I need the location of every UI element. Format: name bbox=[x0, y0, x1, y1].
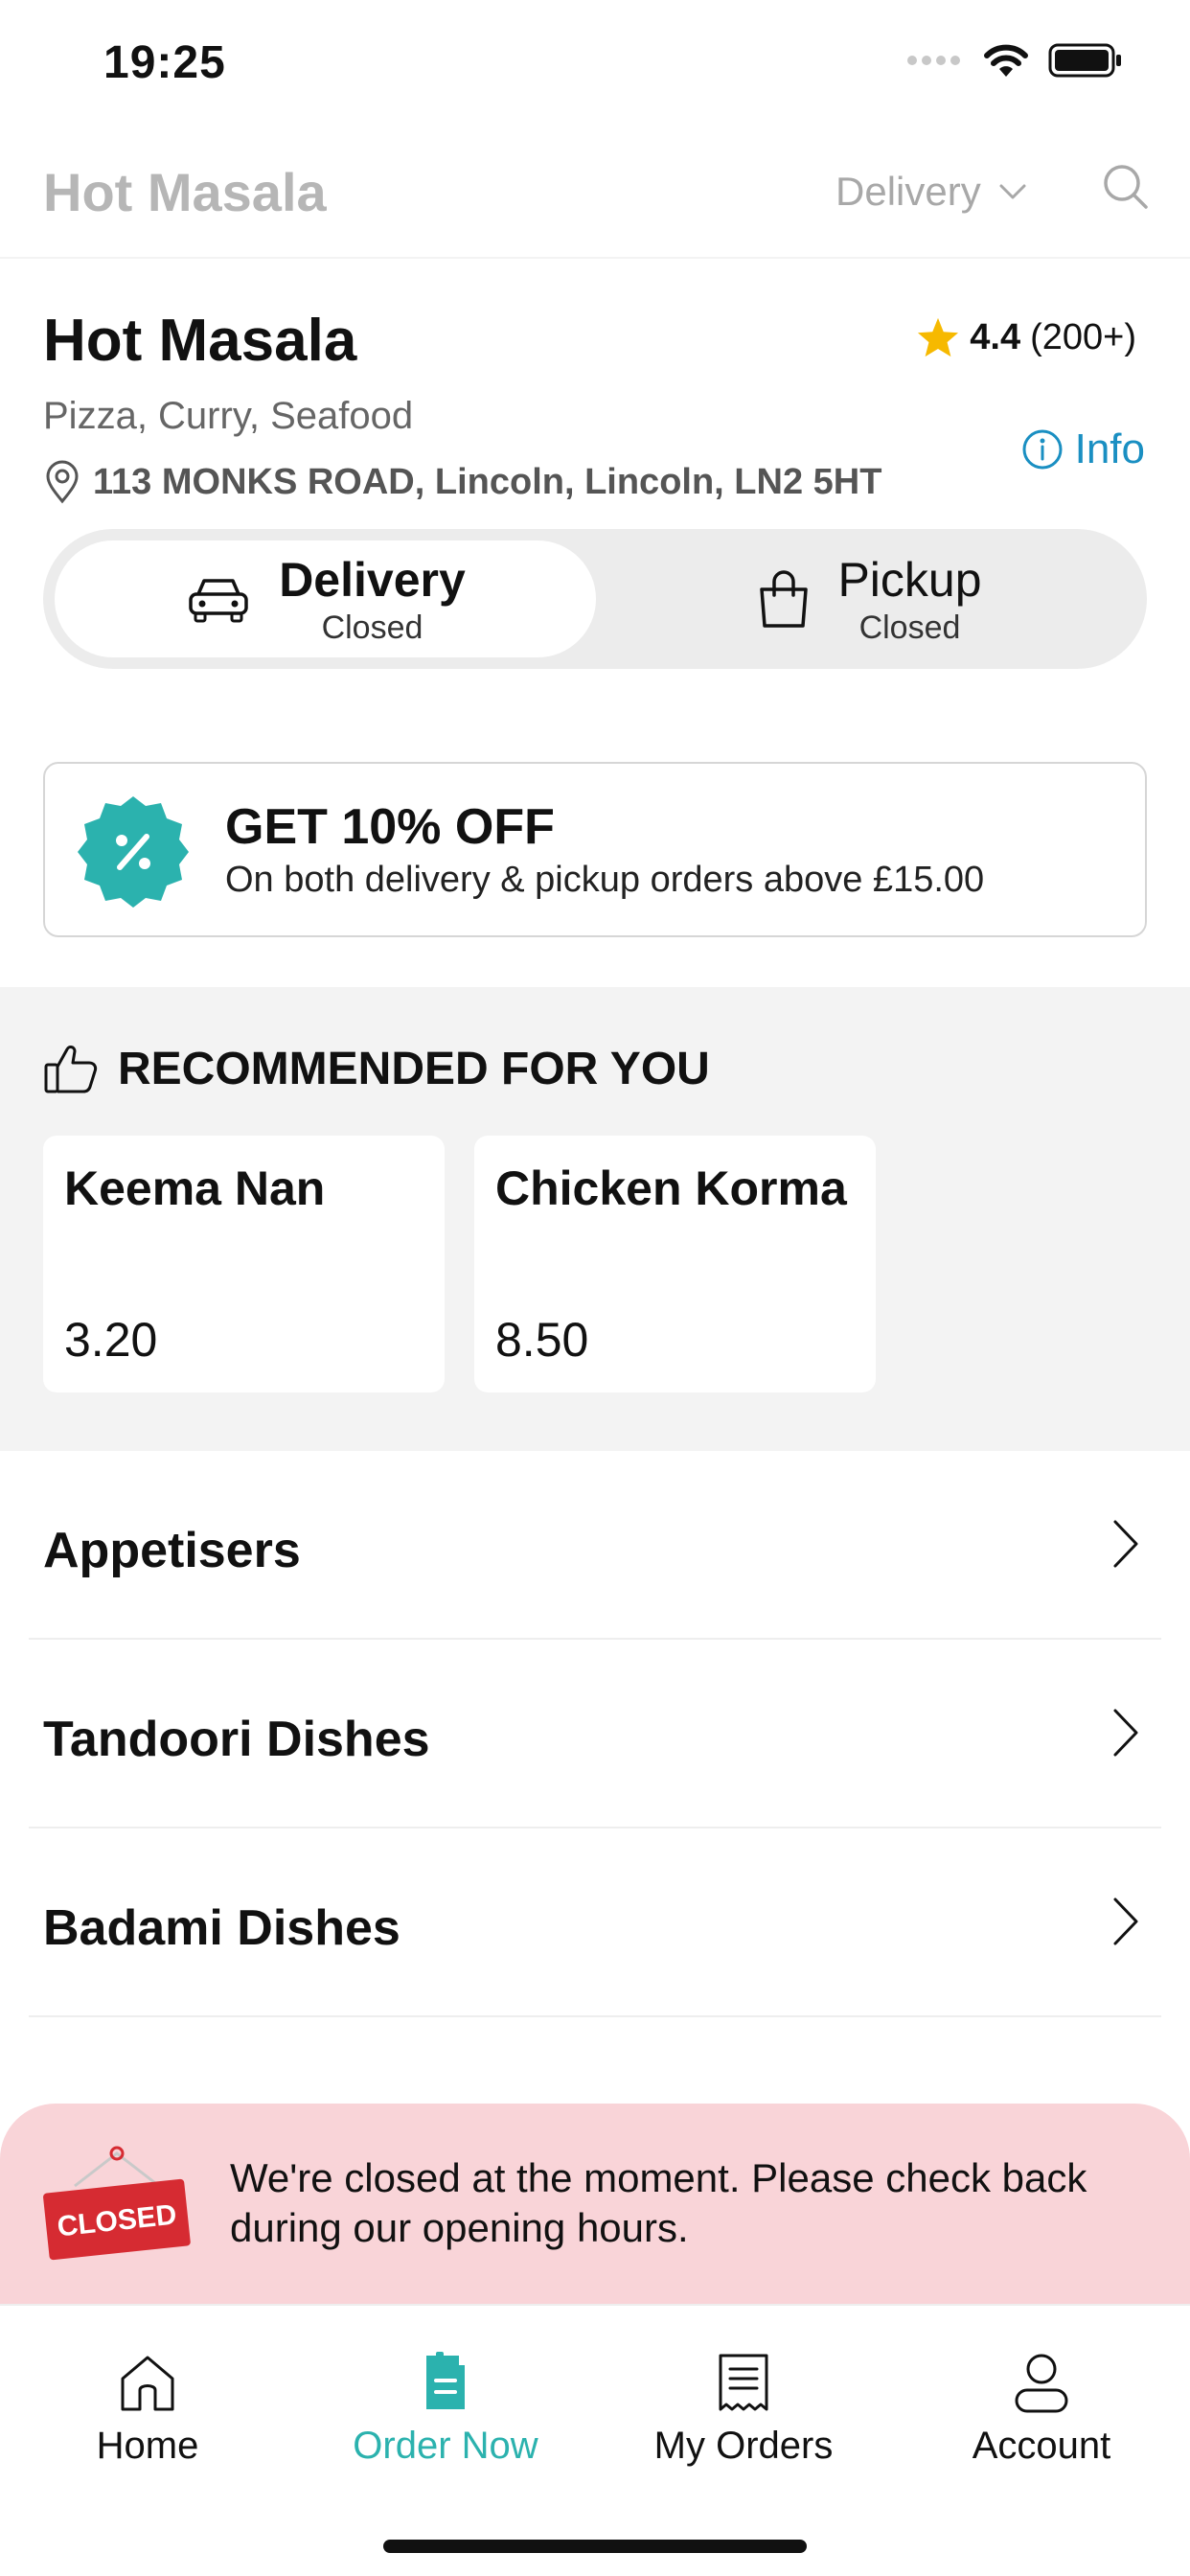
search-button[interactable] bbox=[1102, 163, 1150, 216]
rating-count: (200+) bbox=[1030, 316, 1136, 357]
tab-account[interactable]: Account bbox=[917, 2352, 1166, 2468]
category-tandoori-dishes[interactable]: Tandoori Dishes bbox=[29, 1640, 1161, 1828]
category-label: Badami Dishes bbox=[43, 1900, 400, 1956]
tab-my-orders[interactable]: My Orders bbox=[619, 2352, 868, 2468]
thumbs-up-icon bbox=[44, 1045, 98, 1092]
recommended-item-price: 8.50 bbox=[495, 1313, 589, 1367]
car-icon bbox=[189, 579, 248, 623]
app-header: Hot Masala Delivery bbox=[0, 144, 1190, 259]
status-bar: 19:25 bbox=[0, 0, 1190, 134]
cuisines: Pizza, Curry, Seafood bbox=[43, 395, 414, 437]
category-label: Tandoori Dishes bbox=[43, 1712, 430, 1767]
search-icon bbox=[1104, 165, 1148, 209]
star-icon bbox=[918, 317, 959, 357]
chevron-right-icon bbox=[1113, 1898, 1138, 1945]
tab-label: Account bbox=[972, 2425, 1111, 2467]
recommended-item-price: 3.20 bbox=[64, 1313, 158, 1367]
recommended-item-name: Chicken Korma bbox=[495, 1162, 847, 1215]
recommended-heading: RECOMMENDED FOR YOU bbox=[43, 1043, 710, 1095]
tab-label: Order Now bbox=[353, 2425, 538, 2467]
restaurant-name: Hot Masala bbox=[43, 308, 357, 374]
receipt-icon bbox=[719, 2354, 768, 2411]
home-icon bbox=[121, 2356, 174, 2411]
recommended-item-name: Keema Nan bbox=[64, 1162, 326, 1215]
recommended-heading-label: RECOMMENDED FOR YOU bbox=[118, 1044, 710, 1094]
delivery-title: Delivery bbox=[279, 552, 466, 607]
shopping-bag-icon bbox=[760, 570, 809, 628]
tab-bar: Home Order Now My Orders Account bbox=[0, 2304, 1190, 2576]
category-label: Appetisers bbox=[43, 1523, 301, 1578]
promo-title: GET 10% OFF bbox=[225, 799, 555, 855]
closed-message: We're closed at the moment. Please check… bbox=[230, 2155, 1087, 2250]
recommended-section: RECOMMENDED FOR YOU Keema Nan 3.20 Chick… bbox=[0, 987, 1190, 1451]
tab-home[interactable]: Home bbox=[23, 2352, 272, 2468]
order-mode-toggle: Delivery Closed Pickup Closed bbox=[43, 529, 1147, 669]
pickup-title: Pickup bbox=[837, 552, 982, 607]
delivery-status: Closed bbox=[321, 609, 423, 646]
chevron-right-icon bbox=[1113, 1709, 1138, 1757]
category-appetisers[interactable]: Appetisers bbox=[29, 1451, 1161, 1640]
address-text: 113 MONKS ROAD, Lincoln, Lincoln, LN2 5H… bbox=[93, 461, 882, 502]
tab-order-now[interactable]: Order Now bbox=[321, 2352, 570, 2468]
signal-icon bbox=[907, 56, 960, 65]
percent-badge-icon bbox=[78, 796, 189, 908]
delivery-option[interactable]: Delivery Closed bbox=[55, 540, 596, 657]
mode-dropdown-label: Delivery bbox=[835, 169, 981, 214]
address: 113 MONKS ROAD, Lincoln, Lincoln, LN2 5H… bbox=[43, 460, 881, 504]
menu-categories: Appetisers Tandoori Dishes Badami Dishes bbox=[0, 1451, 1190, 2017]
info-icon bbox=[1022, 429, 1063, 470]
chevron-down-icon bbox=[999, 184, 1026, 199]
recommended-item-card[interactable]: Keema Nan 3.20 bbox=[43, 1136, 445, 1392]
info-link-label: Info bbox=[1074, 426, 1145, 472]
tab-label: My Orders bbox=[653, 2425, 834, 2467]
battery-icon bbox=[1048, 43, 1121, 78]
status-time: 19:25 bbox=[103, 37, 226, 88]
rating-score: 4.4 bbox=[970, 316, 1021, 357]
app-title: Hot Masala bbox=[43, 162, 327, 222]
info-link[interactable]: Info bbox=[1021, 426, 1145, 473]
tab-label: Home bbox=[96, 2425, 199, 2467]
promo-subtitle: On both delivery & pickup orders above £… bbox=[225, 860, 985, 900]
recommended-item-card[interactable]: Chicken Korma 8.50 bbox=[474, 1136, 876, 1392]
chevron-right-icon bbox=[1113, 1520, 1138, 1568]
closed-sign-icon: CLOSED bbox=[43, 2146, 191, 2261]
user-icon bbox=[1015, 2354, 1068, 2413]
status-icons bbox=[906, 42, 1123, 79]
closed-banner: CLOSED We're closed at the moment. Pleas… bbox=[0, 2104, 1190, 2310]
mode-dropdown[interactable]: Delivery bbox=[835, 169, 1027, 215]
pickup-status: Closed bbox=[858, 609, 961, 646]
wifi-icon bbox=[984, 44, 1028, 77]
pickup-option[interactable]: Pickup Closed bbox=[599, 540, 1140, 657]
promo-badge bbox=[74, 793, 193, 916]
category-badami-dishes[interactable]: Badami Dishes bbox=[29, 1828, 1161, 2017]
location-pin-icon bbox=[46, 460, 79, 504]
order-icon bbox=[426, 2352, 465, 2409]
home-indicator bbox=[383, 2540, 807, 2553]
rating: 4.4 (200+) bbox=[916, 316, 1136, 358]
promo-card[interactable]: GET 10% OFF On both delivery & pickup or… bbox=[43, 762, 1147, 937]
